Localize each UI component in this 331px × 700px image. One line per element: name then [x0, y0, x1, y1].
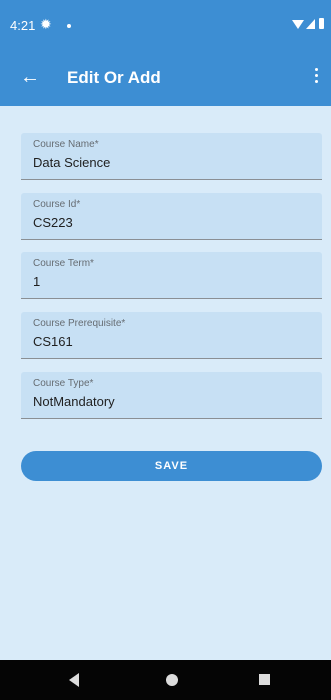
- course-name-label: Course Name*: [33, 139, 99, 150]
- app-bar: ← Edit Or Add: [0, 50, 331, 106]
- more-vert-icon[interactable]: [311, 68, 321, 88]
- course-term-field[interactable]: Course Term* 1: [21, 252, 322, 299]
- course-type-field[interactable]: Course Type* NotMandatory: [21, 372, 322, 419]
- course-id-field[interactable]: Course Id* CS223: [21, 193, 322, 240]
- signal-icon: [306, 19, 315, 29]
- course-name-field[interactable]: Course Name* Data Science: [21, 133, 322, 180]
- course-prerequisite-input[interactable]: CS161: [33, 334, 73, 350]
- recents-square-icon[interactable]: [259, 674, 270, 685]
- notification-dot-icon: [67, 24, 71, 28]
- arrow-left-icon[interactable]: ←: [20, 66, 40, 88]
- back-triangle-icon[interactable]: [69, 673, 79, 687]
- battery-icon: [319, 18, 324, 29]
- page-title: Edit Or Add: [67, 68, 161, 87]
- course-prerequisite-field[interactable]: Course Prerequisite* CS161: [21, 312, 322, 359]
- wifi-icon: [292, 20, 304, 29]
- course-prerequisite-label: Course Prerequisite*: [33, 318, 126, 329]
- save-button[interactable]: SAVE: [21, 451, 322, 481]
- status-bar: 4:21 ✹: [0, 0, 331, 50]
- home-circle-icon[interactable]: [166, 674, 178, 686]
- course-id-label: Course Id*: [33, 199, 81, 210]
- status-time: 4:21: [10, 18, 36, 33]
- course-term-label: Course Term*: [33, 258, 94, 269]
- course-term-input[interactable]: 1: [33, 274, 40, 290]
- gear-icon: ✹: [40, 16, 52, 32]
- course-type-label: Course Type*: [33, 378, 94, 389]
- course-name-input[interactable]: Data Science: [33, 155, 110, 171]
- course-type-input[interactable]: NotMandatory: [33, 394, 115, 410]
- course-id-input[interactable]: CS223: [33, 215, 73, 231]
- navigation-bar: [0, 660, 331, 700]
